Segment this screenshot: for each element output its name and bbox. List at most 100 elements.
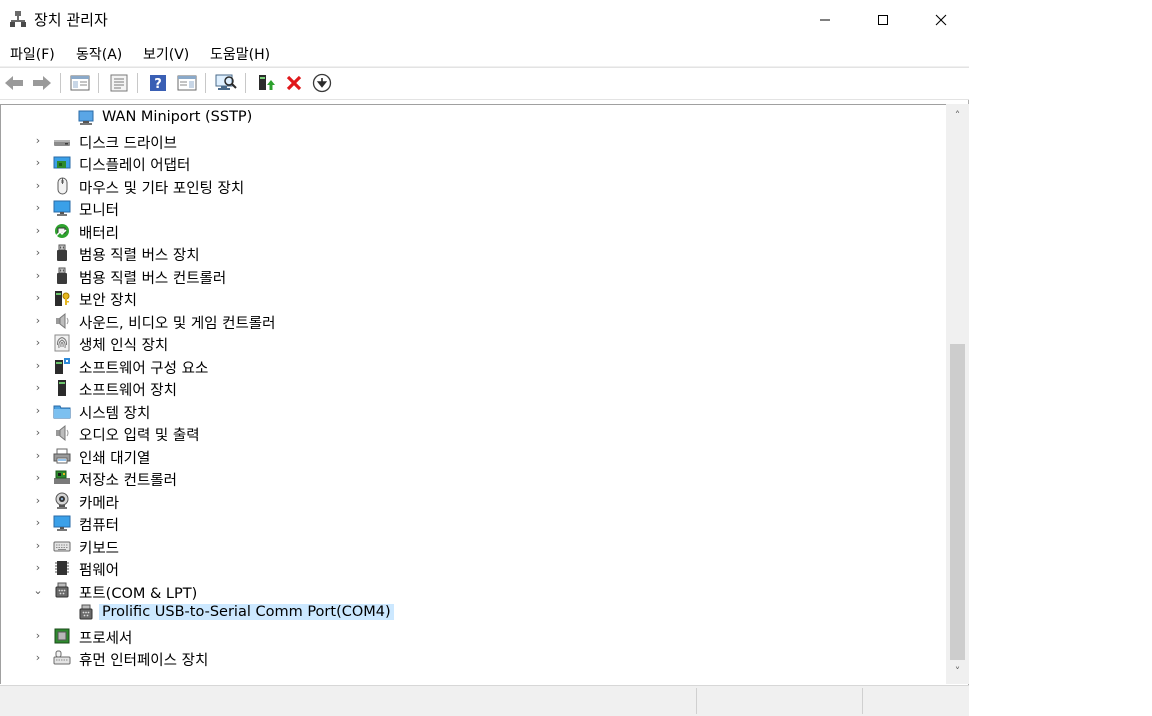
expand-chevron-icon[interactable]: › bbox=[33, 246, 43, 260]
expand-chevron-icon[interactable]: › bbox=[33, 179, 43, 193]
uninstall-device-button[interactable] bbox=[283, 72, 305, 94]
tree-category-item[interactable]: › 컴퓨터 bbox=[1, 512, 901, 534]
tree-category-item[interactable]: › 오디오 입력 및 출력 bbox=[1, 422, 901, 444]
tree-item-label: 디스크 드라이브 bbox=[79, 135, 177, 152]
tree-category-item[interactable]: › 저장소 컨트롤러 bbox=[1, 467, 901, 489]
menu-help[interactable]: 도움말(H) bbox=[210, 44, 270, 64]
expand-chevron-icon[interactable]: › bbox=[33, 449, 43, 463]
tree-category-item[interactable]: › 사운드, 비디오 및 게임 컨트롤러 bbox=[1, 310, 901, 332]
tree-item-label: 생체 인식 장치 bbox=[79, 338, 169, 354]
back-icon bbox=[5, 76, 23, 90]
expand-chevron-icon[interactable]: › bbox=[33, 471, 43, 485]
speaker-icon bbox=[56, 424, 69, 442]
title-bar: 장치 관리자 bbox=[0, 0, 969, 39]
expand-chevron-icon[interactable]: › bbox=[33, 201, 43, 215]
tree-category-item[interactable]: › 생체 인식 장치 bbox=[1, 332, 901, 354]
tree-category-item[interactable]: ⌄ 포트(COM & LPT) bbox=[1, 580, 901, 602]
tree-child-item[interactable]: WAN Miniport (SSTP) bbox=[1, 107, 901, 129]
expand-chevron-icon[interactable]: › bbox=[33, 516, 43, 530]
expand-chevron-icon[interactable]: › bbox=[33, 224, 43, 238]
tree-item-label: 펌웨어 bbox=[79, 563, 120, 579]
uninstall-icon bbox=[286, 75, 302, 91]
tree-category-item[interactable]: › 보안 장치 bbox=[1, 287, 901, 309]
tree-item-label: 컴퓨터 bbox=[79, 518, 120, 534]
expand-chevron-icon[interactable]: › bbox=[33, 336, 43, 350]
expand-chevron-icon[interactable]: › bbox=[33, 381, 43, 395]
tree-item-label: 보안 장치 bbox=[79, 293, 137, 309]
show-hide-console-tree-button[interactable] bbox=[69, 72, 91, 94]
properties-button[interactable] bbox=[108, 72, 130, 94]
storage-controller-icon bbox=[54, 470, 70, 484]
minimize-button[interactable] bbox=[796, 0, 854, 39]
tree-item-label: 사운드, 비디오 및 게임 컨트롤러 bbox=[79, 315, 276, 332]
expand-chevron-icon[interactable]: › bbox=[33, 359, 43, 373]
menu-view[interactable]: 보기(V) bbox=[143, 44, 189, 64]
tree-category-item[interactable]: › 디스크 드라이브 bbox=[1, 130, 901, 152]
tree-category-item[interactable]: › 카메라 bbox=[1, 490, 901, 512]
tree-category-item[interactable]: › 키보드 bbox=[1, 535, 901, 557]
mouse-icon bbox=[57, 177, 68, 194]
vertical-scrollbar[interactable]: ˄ ˅ bbox=[946, 104, 969, 684]
tree-item-label: 모니터 bbox=[79, 203, 120, 219]
help-button[interactable]: ? bbox=[147, 72, 169, 94]
tree-item-label: 휴먼 인터페이스 장치 bbox=[79, 653, 209, 669]
expand-chevron-icon[interactable]: › bbox=[33, 561, 43, 575]
tree-category-item[interactable]: › 시스템 장치 bbox=[1, 400, 901, 422]
back-button[interactable] bbox=[3, 72, 25, 94]
expand-chevron-icon[interactable]: › bbox=[33, 404, 43, 418]
tree-category-item[interactable]: › 배터리 bbox=[1, 220, 901, 242]
tree-item-label: 디스플레이 어댑터 bbox=[79, 158, 191, 174]
scroll-down-button[interactable]: ˅ bbox=[946, 662, 969, 682]
tree-category-item[interactable]: › 프로세서 bbox=[1, 625, 901, 647]
expand-chevron-icon[interactable]: › bbox=[33, 494, 43, 508]
expand-chevron-icon[interactable]: › bbox=[33, 291, 43, 305]
status-bar bbox=[0, 685, 969, 716]
tree-category-item[interactable]: › 인쇄 대기열 bbox=[1, 445, 901, 467]
svg-text:?: ? bbox=[154, 77, 162, 92]
properties-view-icon bbox=[70, 75, 90, 91]
battery-icon bbox=[55, 223, 69, 238]
tree-category-item[interactable]: › 소프트웨어 구성 요소 bbox=[1, 355, 901, 377]
expand-chevron-icon[interactable]: › bbox=[33, 156, 43, 170]
tree-child-item[interactable]: Prolific USB-to-Serial Comm Port(COM4) bbox=[1, 602, 901, 624]
tree-item-label: 포트(COM & LPT) bbox=[79, 585, 198, 602]
security-key-icon bbox=[55, 291, 70, 306]
device-tree[interactable]: WAN Miniport (SSTP) › 디스크 드라이브 › 디스플레이 어댑터 › 마… bbox=[0, 104, 946, 684]
tree-category-item[interactable]: › 범용 직렬 버스 컨트롤러 bbox=[1, 265, 901, 287]
keyboard-icon bbox=[53, 541, 71, 551]
tree-category-item[interactable]: › 범용 직렬 버스 장치 bbox=[1, 242, 901, 264]
help-icon: ? bbox=[150, 75, 166, 92]
close-button[interactable] bbox=[912, 0, 970, 39]
close-icon bbox=[935, 14, 947, 25]
scan-hardware-button[interactable] bbox=[215, 72, 237, 94]
expand-chevron-icon[interactable]: › bbox=[33, 426, 43, 440]
scroll-up-button[interactable]: ˄ bbox=[946, 106, 969, 126]
expand-chevron-icon[interactable]: › bbox=[33, 629, 43, 643]
forward-button[interactable] bbox=[31, 72, 53, 94]
menu-action[interactable]: 동작(A) bbox=[76, 44, 122, 64]
expand-chevron-icon[interactable]: › bbox=[33, 651, 43, 665]
tree-category-item[interactable]: › 모니터 bbox=[1, 197, 901, 219]
tree-category-item[interactable]: › 휴먼 인터페이스 장치 bbox=[1, 647, 901, 669]
tree-category-item[interactable]: › 소프트웨어 장치 bbox=[1, 377, 901, 399]
expand-chevron-icon[interactable]: › bbox=[33, 539, 43, 553]
expand-chevron-icon[interactable]: › bbox=[33, 134, 43, 148]
scroll-thumb[interactable] bbox=[950, 344, 965, 660]
tree-category-item[interactable]: › 디스플레이 어댑터 bbox=[1, 152, 901, 174]
tree-category-item[interactable]: › 펌웨어 bbox=[1, 557, 901, 579]
disable-device-button[interactable] bbox=[311, 72, 333, 94]
tree-item-label: 범용 직렬 버스 장치 bbox=[79, 248, 200, 264]
window-title: 장치 관리자 bbox=[34, 11, 108, 29]
tree-category-item[interactable]: › 마우스 및 기타 포인팅 장치 bbox=[1, 175, 901, 197]
maximize-button[interactable] bbox=[854, 0, 912, 39]
expand-chevron-icon[interactable]: › bbox=[33, 314, 43, 328]
expand-chevron-icon[interactable]: › bbox=[33, 269, 43, 283]
collapse-chevron-icon[interactable]: ⌄ bbox=[33, 584, 43, 598]
toolbar-separator bbox=[98, 73, 99, 93]
tree-item-label: 프로세서 bbox=[79, 630, 133, 647]
tree-item-label: 소프트웨어 장치 bbox=[79, 383, 177, 399]
update-driver-button[interactable] bbox=[255, 72, 277, 94]
action-pane-button[interactable] bbox=[176, 72, 198, 94]
menu-file[interactable]: 파일(F) bbox=[10, 44, 55, 64]
tree-item-label: 키보드 bbox=[79, 540, 120, 557]
